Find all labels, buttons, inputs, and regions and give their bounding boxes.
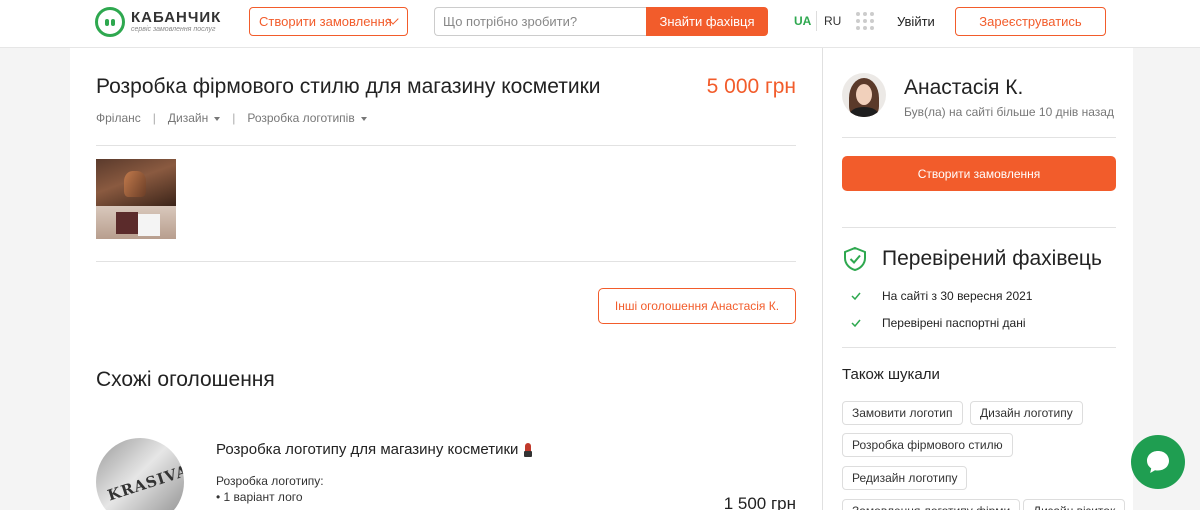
create-order-dropdown-label: Створити замовлення — [259, 14, 392, 29]
logo-tagline: сервіс замовлення послуг — [131, 26, 216, 33]
logo-name: КАБАНЧИК — [131, 9, 222, 26]
search-tag[interactable]: Дизайн логотипу — [970, 401, 1083, 425]
listing-photo-thumbnail[interactable] — [96, 159, 176, 239]
other-ads-button[interactable]: Інші оголошення Анастасія К. — [598, 288, 796, 324]
find-specialist-button[interactable]: Знайти фахівця — [646, 7, 768, 36]
site-header: КАБАНЧИК сервіс замовлення послуг Створи… — [0, 0, 1200, 48]
listing-main: Розробка фірмового стилю для магазину ко… — [70, 48, 822, 510]
divider — [96, 145, 796, 146]
breadcrumb-item-logo-label: Розробка логотипів — [247, 111, 355, 125]
chat-button[interactable] — [1131, 435, 1185, 489]
similar-listing-title-text: Розробка логотипу для магазину косметики — [216, 441, 519, 458]
divider — [96, 261, 796, 262]
caret-down-icon — [360, 116, 367, 121]
similar-section-title: Схожі оголошення — [96, 368, 275, 391]
breadcrumb-separator: | — [152, 111, 156, 125]
logo-icon — [95, 7, 125, 37]
breadcrumb: Фріланс | Дизайн | Розробка логотипів — [96, 111, 367, 125]
verification-item: На сайті з 30 вересня 2021 — [851, 289, 1032, 303]
verification-item-label: На сайті з 30 вересня 2021 — [882, 289, 1033, 303]
verification-item-label: Перевірені паспортні дані — [882, 316, 1026, 330]
search-tag[interactable]: Замовлення логотипу фірми — [842, 499, 1021, 510]
similar-listing-title[interactable]: Розробка логотипу для магазину косметики — [216, 441, 533, 458]
login-link[interactable]: Увійти — [897, 14, 935, 29]
listing-price: 5 000 грн — [706, 75, 796, 98]
create-order-dropdown[interactable]: Створити замовлення — [249, 7, 408, 36]
divider — [842, 347, 1116, 348]
search-tag[interactable]: Дизайн візиток — [1023, 499, 1126, 510]
lipstick-icon — [524, 443, 533, 457]
breadcrumb-item-freelance[interactable]: Фріланс — [96, 111, 141, 125]
seller-sidebar: Анастасія К. Був(ла) на сайті більше 10 … — [822, 48, 1133, 510]
lang-ua-link[interactable]: UA — [794, 14, 811, 28]
similar-listing-desc-line: • 1 варіант лого — [216, 490, 303, 504]
search-tag[interactable]: Розробка фірмового стилю — [842, 433, 1013, 457]
similar-listing-image-text: KRASIVA — [105, 461, 184, 505]
caret-down-icon — [214, 116, 221, 121]
divider — [842, 137, 1116, 138]
similar-listing-desc-line: Розробка логотипу: — [216, 474, 324, 488]
seller-last-seen: Був(ла) на сайті більше 10 днів назад — [904, 105, 1114, 119]
also-searched-title: Також шукали — [842, 366, 940, 383]
page-title: Розробка фірмового стилю для магазину ко… — [96, 75, 601, 98]
breadcrumb-separator: | — [232, 111, 236, 125]
lang-ru-link[interactable]: RU — [824, 14, 841, 28]
breadcrumb-item-logo[interactable]: Розробка логотипів — [247, 111, 367, 125]
search-tag[interactable]: Редизайн логотипу — [842, 466, 968, 490]
similar-listing-description: Розробка логотипу: • 1 варіант лого — [216, 473, 324, 505]
seller-name[interactable]: Анастасія К. — [904, 76, 1023, 100]
search-input[interactable] — [434, 7, 646, 36]
search-bar: Знайти фахівця — [434, 7, 768, 36]
divider — [842, 227, 1116, 228]
verified-title: Перевірений фахівець — [882, 247, 1102, 270]
apps-grid-icon[interactable] — [856, 12, 874, 30]
similar-listing-price: 1 500 грн — [723, 494, 796, 510]
create-order-button[interactable]: Створити замовлення — [842, 156, 1116, 191]
similar-listing-image[interactable]: KRASIVA — [96, 438, 184, 510]
check-icon — [851, 319, 861, 328]
verified-header: Перевірений фахівець — [842, 246, 1102, 272]
check-icon — [851, 292, 861, 301]
register-button[interactable]: Зареєструватись — [955, 7, 1106, 36]
verification-item: Перевірені паспортні дані — [851, 316, 1026, 330]
search-tag[interactable]: Замовити логотип — [842, 401, 963, 425]
shield-icon — [844, 246, 866, 272]
lang-divider — [816, 11, 817, 31]
breadcrumb-item-design-label: Дизайн — [167, 111, 209, 125]
avatar[interactable] — [842, 73, 886, 117]
logo[interactable]: КАБАНЧИК сервіс замовлення послуг — [95, 7, 221, 37]
chat-bubble-icon — [1147, 451, 1169, 473]
breadcrumb-item-design[interactable]: Дизайн — [167, 111, 221, 125]
